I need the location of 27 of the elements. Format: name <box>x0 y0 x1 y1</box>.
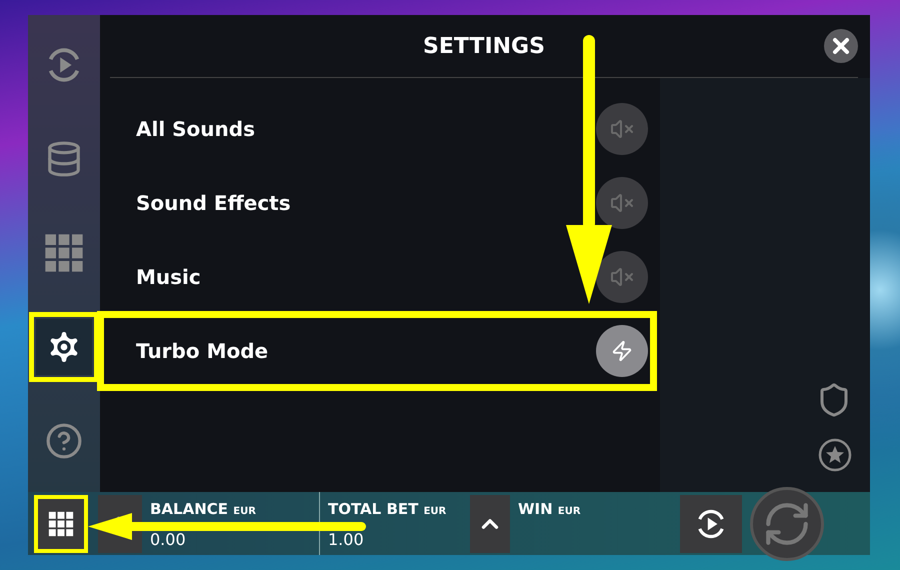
mute-icon <box>610 117 634 141</box>
setting-label: Sound Effects <box>136 191 291 215</box>
grid-icon <box>44 233 84 273</box>
autoplay-button[interactable] <box>680 494 742 552</box>
settings-title: SETTINGS <box>423 34 545 58</box>
balance-label: BALANCE EUR <box>150 500 257 518</box>
grid-icon <box>48 510 74 536</box>
menu-button[interactable] <box>34 494 88 552</box>
total-bet-value: 1.00 <box>328 530 365 549</box>
mute-icon <box>610 265 634 289</box>
coin-stack-icon <box>45 140 83 178</box>
toggle-button[interactable] <box>596 177 648 229</box>
bet-up-button[interactable] <box>470 494 510 552</box>
mute-icon <box>610 191 634 215</box>
toggle-button[interactable] <box>596 325 648 377</box>
setting-label: Turbo Mode <box>136 339 268 363</box>
setting-label: Music <box>136 265 201 289</box>
toggle-button[interactable] <box>596 103 648 155</box>
total-bet-label: TOTAL BET EUR <box>328 500 448 518</box>
balance-value: 0.00 <box>150 530 187 549</box>
win-label: WIN EUR <box>518 500 582 518</box>
sidebar-button[interactable] <box>36 319 92 375</box>
setting-label: All Sounds <box>136 117 255 141</box>
toggle-button[interactable] <box>596 251 648 303</box>
lightning-icon <box>611 340 633 362</box>
close-button[interactable] <box>824 29 858 63</box>
help-icon <box>45 422 83 460</box>
